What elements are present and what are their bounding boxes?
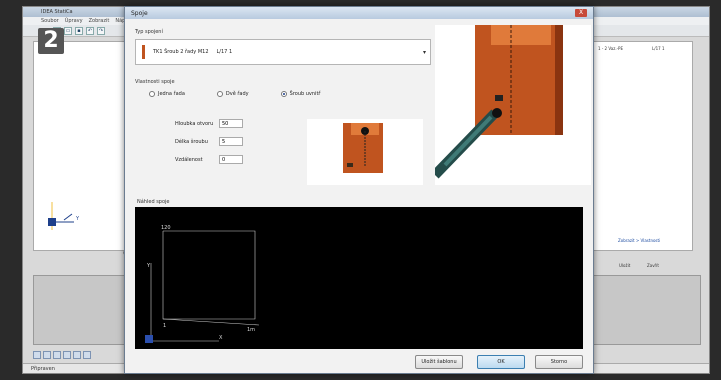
radio-button[interactable] xyxy=(149,91,155,97)
distance-input[interactable] xyxy=(219,155,243,164)
menu-item-view[interactable]: Zobrazit xyxy=(89,18,110,24)
connection-type-group: Typ spojení TK1 Šroub 2 řady M12 L/17 1 … xyxy=(135,29,431,73)
ok-button[interactable]: OK xyxy=(477,355,525,369)
save-template-button[interactable]: Uložit šablonu xyxy=(415,355,463,369)
text-tool-icon[interactable] xyxy=(83,351,91,359)
large-preview-drawing xyxy=(431,25,563,179)
radio-label: Jedna řada xyxy=(158,91,185,97)
connection-thumbnail xyxy=(142,45,145,59)
placement-radio-group: Jedna řada Dvě řady Šroub uvnitř xyxy=(149,91,320,97)
dialog-titlebar: Spoje xyxy=(125,7,593,19)
connection-dialog: Spoje X Typ spojení TK1 Šroub 2 řady M12… xyxy=(124,6,594,374)
right-panel-header: 1 - 2 Vaz.-PE xyxy=(598,46,623,51)
right-panel: 1 - 2 Vaz.-PE L/17 1 Zobrazit > Vlastnos… xyxy=(593,41,693,251)
options-group-label: Vlastnosti spoje xyxy=(135,79,175,85)
overview-dim-bottom-right: 1m xyxy=(247,327,255,333)
radio-two-rows[interactable]: Dvě řady xyxy=(216,91,249,97)
zoom-tool-icon[interactable] xyxy=(53,351,61,359)
connection-preview-small xyxy=(307,119,423,185)
app-title: IDEA StatiCa xyxy=(41,9,73,15)
redo-icon[interactable]: ↷ xyxy=(97,26,105,35)
step-number-badge: 2 xyxy=(38,28,64,54)
connection-type-label: Typ spojení xyxy=(135,29,163,35)
overview-label: Náhled spoje xyxy=(137,199,170,205)
field-hole-depth: Hloubka otvoru xyxy=(175,119,243,128)
connection-preview-large xyxy=(431,25,591,185)
overview-axis-y: Y xyxy=(146,263,151,269)
field-distance: Vzdálenost xyxy=(175,155,243,164)
structure-canvas[interactable]: Y xyxy=(33,41,129,251)
right-panel-close[interactable]: Zavřít xyxy=(647,263,659,268)
overview-axis-x: X xyxy=(219,335,223,341)
radio-label: Dvě řady xyxy=(225,91,249,97)
overview-dim-bottom-left: 1 xyxy=(163,323,166,329)
bolt-length-input[interactable] xyxy=(219,137,243,146)
connection-overview-canvas[interactable]: 120 1 1m X Y xyxy=(135,207,583,349)
menu-item-file[interactable]: Soubor xyxy=(41,18,59,24)
line-tool-icon[interactable] xyxy=(43,351,51,359)
radio-single-row[interactable]: Jedna řada xyxy=(149,91,185,97)
right-panel-save[interactable]: Uložit xyxy=(619,263,630,268)
open-folder-icon[interactable]: ▭ xyxy=(64,26,72,35)
small-preview-drawing xyxy=(343,123,383,173)
radio-button[interactable] xyxy=(280,91,287,97)
cancel-button[interactable]: Storno xyxy=(535,355,583,369)
measure-tool-icon[interactable] xyxy=(73,351,81,359)
select-tool-icon[interactable] xyxy=(33,351,41,359)
dialog-title: Spoje xyxy=(131,9,148,17)
overview-dim-top: 120 xyxy=(161,225,171,231)
field-label: Hloubka otvoru xyxy=(175,120,214,127)
close-icon[interactable]: X xyxy=(575,9,587,17)
radio-bolt-inside[interactable]: Šroub uvnitř xyxy=(280,91,321,97)
bottom-toolbar xyxy=(33,351,91,361)
properties-link[interactable]: Zobrazit > Vlastnosti xyxy=(618,238,660,243)
overview-drawing: 120 1 1m X Y xyxy=(145,225,260,343)
connection-detail: L/17 1 xyxy=(216,49,233,55)
field-bolt-length: Délka šroubu xyxy=(175,137,243,146)
connection-type-select[interactable]: TK1 Šroub 2 řady M12 L/17 1 ▾ xyxy=(135,39,431,65)
hole-depth-input[interactable] xyxy=(219,119,243,128)
menu-item-edit[interactable]: Úpravy xyxy=(65,18,83,24)
pan-tool-icon[interactable] xyxy=(63,351,71,359)
right-panel-column: L/17 1 xyxy=(652,46,665,51)
status-text: Připraven xyxy=(31,365,55,372)
radio-label: Šroub uvnitř xyxy=(289,91,321,97)
save-icon[interactable]: ▪ xyxy=(75,26,83,35)
radio-button[interactable] xyxy=(216,91,223,97)
svg-text:Y: Y xyxy=(75,216,80,222)
field-label: Délka šroubu xyxy=(175,138,208,145)
field-label: Vzdálenost xyxy=(175,156,203,163)
connection-options-group: Vlastnosti spoje Jedna řada Dvě řady Šro… xyxy=(135,79,431,189)
chevron-down-icon[interactable]: ▾ xyxy=(423,49,426,56)
undo-icon[interactable]: ↶ xyxy=(86,26,94,35)
connection-code: TK1 Šroub 2 řady M12 xyxy=(153,49,209,55)
structure-sketch: Y xyxy=(48,202,80,230)
